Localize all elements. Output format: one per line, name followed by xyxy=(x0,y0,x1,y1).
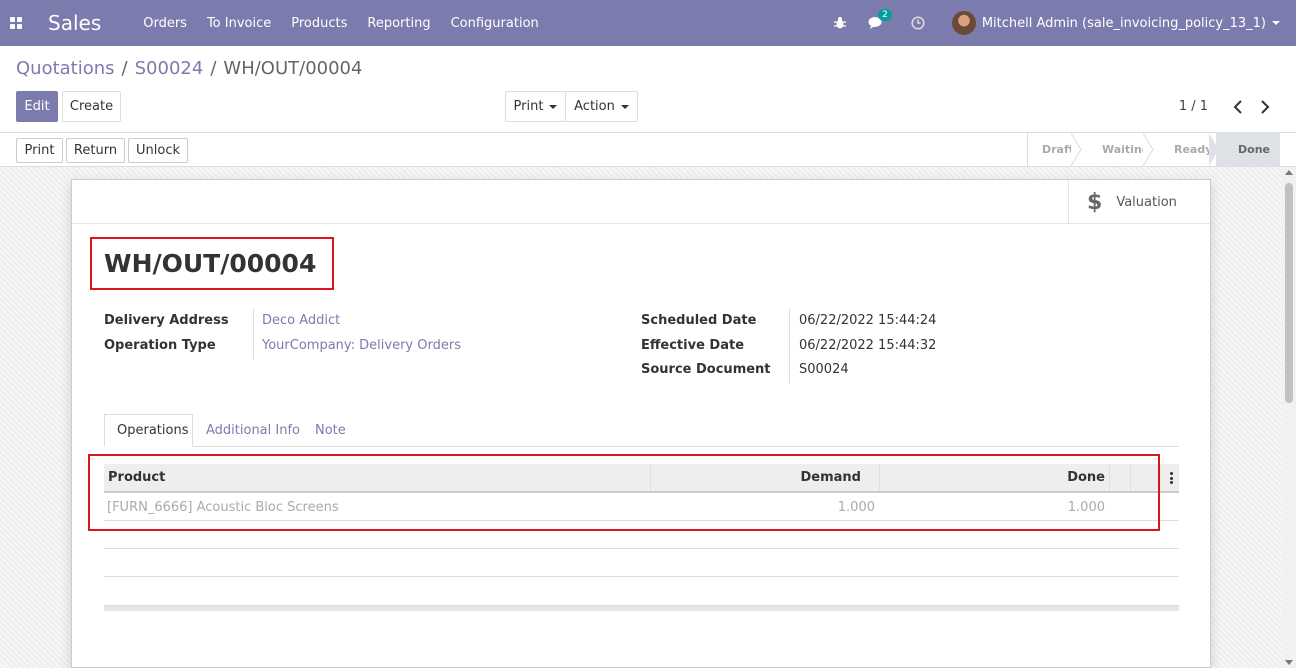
chat-icon[interactable]: 2 xyxy=(866,9,892,33)
smart-button-box: $ Valuation xyxy=(72,180,1210,224)
valuation-label: Valuation xyxy=(1116,194,1177,210)
operation-type-link[interactable]: YourCompany: Delivery Orders xyxy=(262,338,461,353)
field-divider xyxy=(253,309,254,359)
user-name[interactable]: Mitchell Admin (sale_invoicing_policy_13… xyxy=(982,16,1266,31)
stage-label: Done xyxy=(1238,143,1270,156)
action-dropdown[interactable]: Action xyxy=(565,91,638,122)
tab-operations[interactable]: Operations xyxy=(104,414,193,447)
print-dropdown[interactable]: Print xyxy=(505,91,566,122)
effective-date-value: 06/22/2022 15:44:32 xyxy=(799,338,937,353)
clock-icon[interactable] xyxy=(908,13,928,33)
dollar-icon: $ xyxy=(1087,189,1103,215)
tab-additional-info[interactable]: Additional Info xyxy=(194,414,312,447)
delivery-address-label: Delivery Address xyxy=(104,313,229,328)
scroll-up-arrow-icon[interactable] xyxy=(1285,170,1293,175)
operation-type-label: Operation Type xyxy=(104,338,216,353)
stage-done: Done xyxy=(1216,133,1280,166)
notebook-tabs: Operations Additional Info Note xyxy=(104,414,1179,447)
menu-configuration[interactable]: Configuration xyxy=(451,16,539,31)
action-dropdown-label: Action xyxy=(574,99,615,114)
caret-down-icon xyxy=(549,104,558,109)
breadcrumb: Quotations / S00024 / WH/OUT/00004 xyxy=(16,58,362,79)
chevron-right-icon[interactable] xyxy=(1260,99,1270,115)
scroll-down-arrow-icon[interactable] xyxy=(1285,660,1293,665)
scroll-thumb[interactable] xyxy=(1285,183,1293,403)
scrollbar[interactable] xyxy=(1282,167,1296,668)
apps-menu-icon[interactable] xyxy=(0,0,32,46)
caret-down-icon xyxy=(620,104,629,109)
source-document-label: Source Document xyxy=(641,362,771,377)
print-button[interactable]: Print xyxy=(16,138,63,163)
stage-label: Draft xyxy=(1042,143,1075,156)
chat-badge: 2 xyxy=(878,9,892,21)
breadcrumb-current: WH/OUT/00004 xyxy=(223,58,363,79)
menu-orders[interactable]: Orders xyxy=(143,16,187,31)
edit-button[interactable]: Edit xyxy=(16,91,58,122)
avatar[interactable] xyxy=(951,11,976,35)
stage-bar: Draft Waiting Ready Done xyxy=(1027,133,1280,166)
chevron-left-icon[interactable] xyxy=(1233,99,1243,115)
scheduled-date-label: Scheduled Date xyxy=(641,313,757,328)
delivery-address-link[interactable]: Deco Addict xyxy=(262,313,340,328)
scheduled-date-value: 06/22/2022 15:44:24 xyxy=(799,313,937,328)
menu-products[interactable]: Products xyxy=(291,16,347,31)
pager-value[interactable]: 1 / 1 xyxy=(1179,99,1208,114)
app-name[interactable]: Sales xyxy=(48,11,101,35)
menu-to-invoice[interactable]: To Invoice xyxy=(207,16,271,31)
form-sheet: $ Valuation WH/OUT/00004 Delivery Addres… xyxy=(71,179,1211,668)
record-title: WH/OUT/00004 xyxy=(104,249,317,278)
table-highlight-box xyxy=(88,454,1160,531)
stage-ready: Ready xyxy=(1150,133,1219,166)
valuation-button[interactable]: $ Valuation xyxy=(1068,180,1210,224)
stage-waiting: Waiting xyxy=(1078,133,1154,166)
bug-icon[interactable] xyxy=(830,13,850,33)
breadcrumb-separator: / xyxy=(121,58,128,79)
field-divider xyxy=(789,309,790,383)
effective-date-label: Effective Date xyxy=(641,338,745,353)
top-navbar: Sales Orders To Invoice Products Reporti… xyxy=(0,0,1296,46)
stage-draft: Draft xyxy=(1028,133,1082,166)
breadcrumb-quotations[interactable]: Quotations xyxy=(16,58,115,79)
optional-columns-icon[interactable] xyxy=(1170,472,1173,484)
print-dropdown-label: Print xyxy=(513,99,544,114)
create-button[interactable]: Create xyxy=(62,91,121,122)
unlock-button[interactable]: Unlock xyxy=(128,138,188,163)
breadcrumb-separator: / xyxy=(210,58,217,79)
stage-label: Ready xyxy=(1174,143,1213,156)
tab-note[interactable]: Note xyxy=(303,414,358,447)
chevron-down-icon[interactable] xyxy=(1272,21,1280,25)
menu-reporting[interactable]: Reporting xyxy=(367,16,430,31)
table-footer xyxy=(104,605,1179,611)
source-document-value: S00024 xyxy=(799,362,849,377)
breadcrumb-s00024[interactable]: S00024 xyxy=(135,58,204,79)
empty-row xyxy=(104,549,1179,577)
status-bar: Print Return Unlock Draft Waiting Ready … xyxy=(0,132,1296,167)
return-button[interactable]: Return xyxy=(66,138,125,163)
